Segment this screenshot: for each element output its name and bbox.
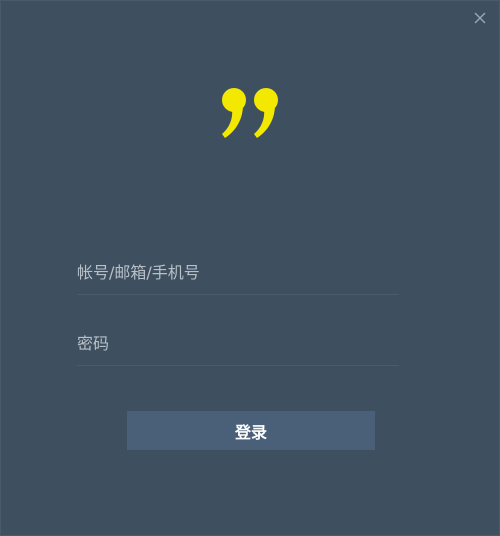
username-field xyxy=(77,251,399,295)
password-input[interactable] xyxy=(77,322,399,364)
username-input[interactable] xyxy=(77,251,399,293)
close-button[interactable] xyxy=(471,9,489,27)
app-logo xyxy=(219,85,285,141)
login-button[interactable]: 登录 xyxy=(127,411,375,450)
close-icon xyxy=(474,12,486,24)
double-quote-logo-icon xyxy=(222,88,278,138)
login-window: 登录 xyxy=(0,0,500,536)
password-field xyxy=(77,322,399,366)
